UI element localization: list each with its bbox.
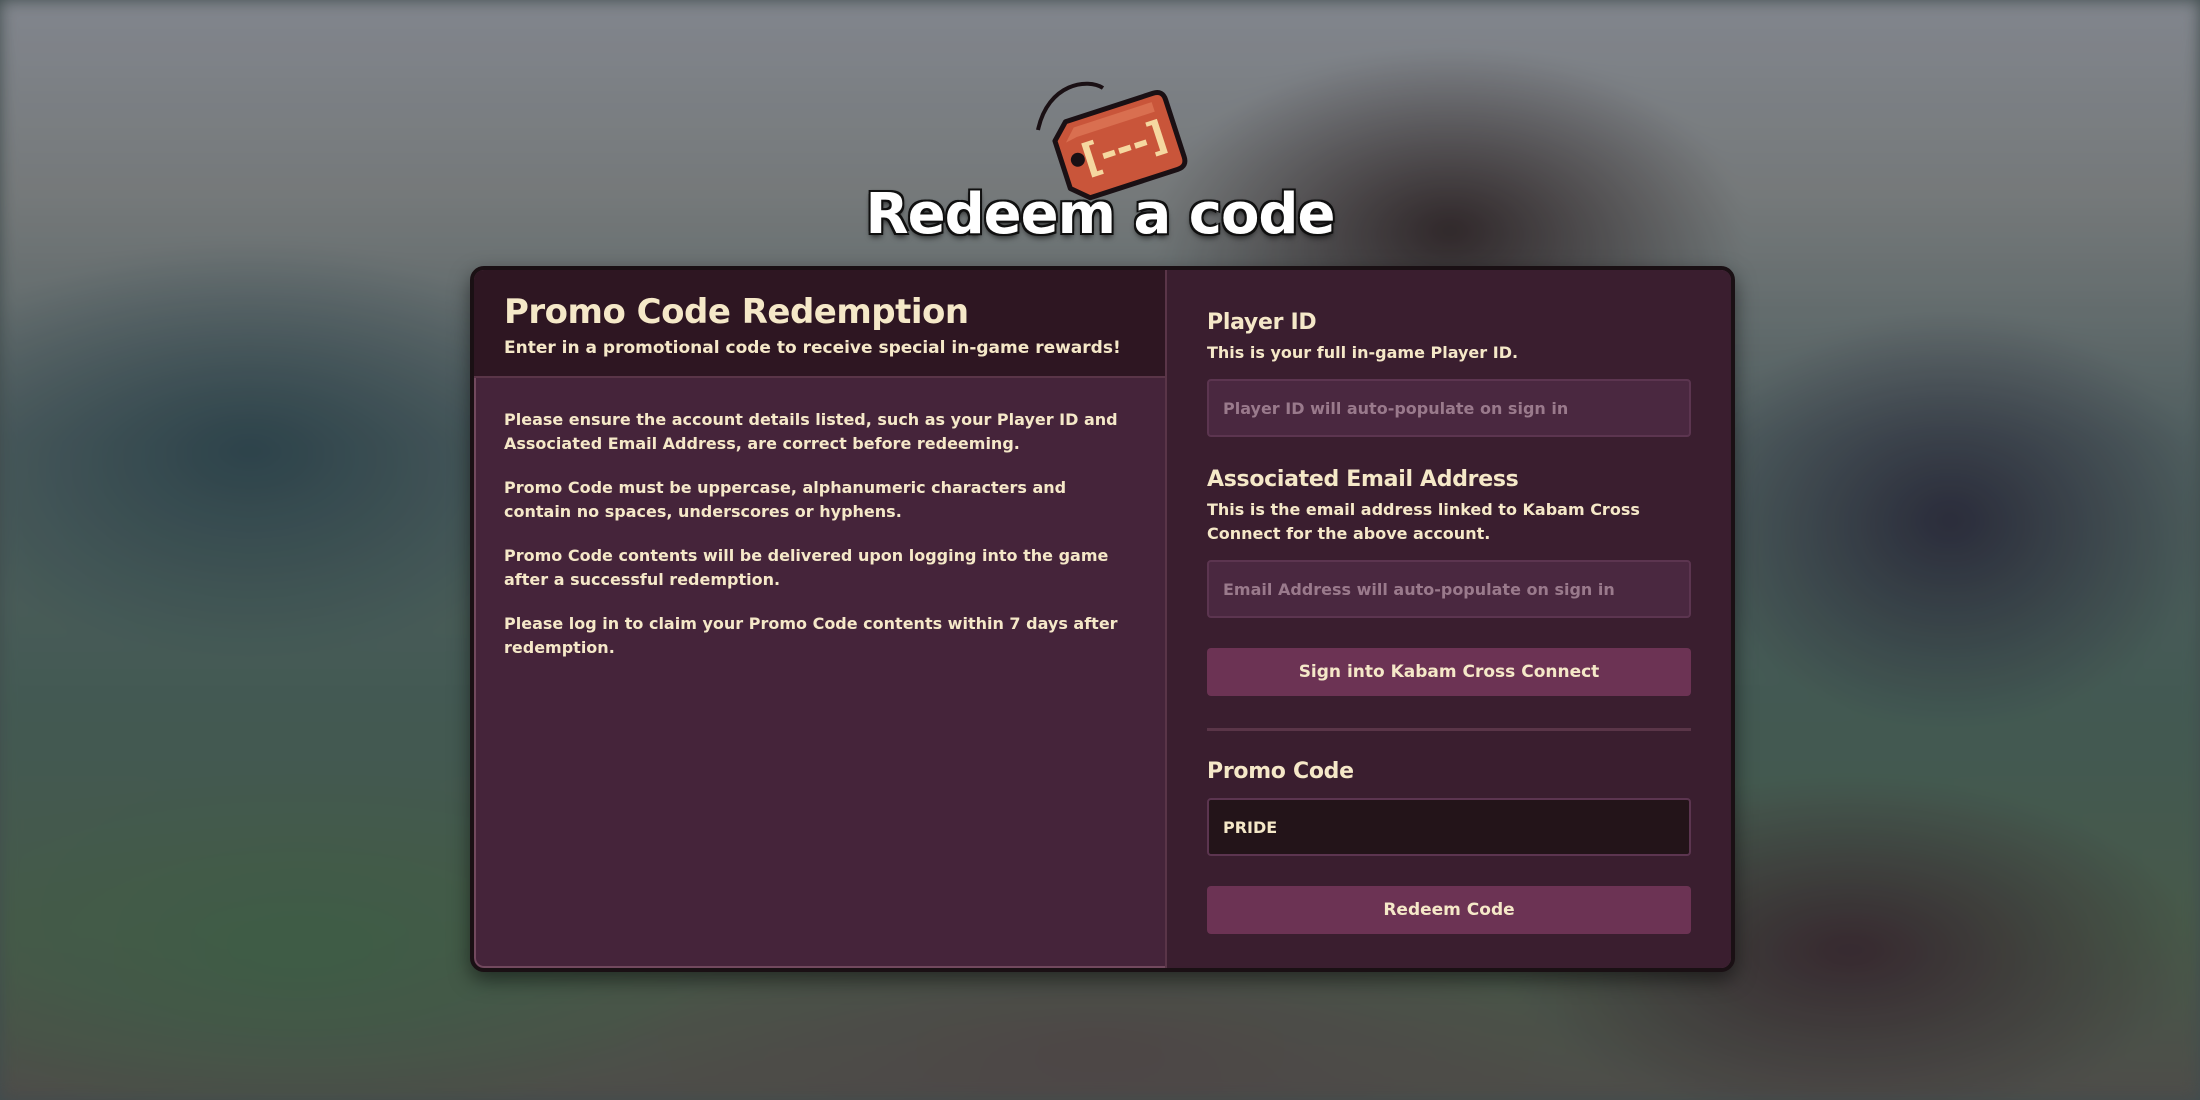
info-title: Promo Code Redemption bbox=[504, 292, 969, 332]
promo-code-input[interactable] bbox=[1207, 798, 1691, 856]
info-paragraph-delivery: Promo Code contents will be delivered up… bbox=[504, 546, 1109, 589]
form-divider bbox=[1207, 728, 1691, 731]
email-label: Associated Email Address bbox=[1207, 467, 1519, 492]
redeem-code-button[interactable]: Redeem Code bbox=[1207, 886, 1691, 934]
info-subtitle: Enter in a promotional code to receive s… bbox=[504, 338, 1121, 358]
info-body: Please ensure the account details listed… bbox=[474, 378, 1165, 710]
player-id-label: Player ID bbox=[1207, 310, 1317, 335]
redemption-panel: Promo Code Redemption Enter in a promoti… bbox=[470, 266, 1735, 972]
promo-code-label: Promo Code bbox=[1207, 759, 1354, 784]
player-id-description: This is your full in-game Player ID. bbox=[1207, 343, 1519, 362]
form-column: Player ID This is your full in-game Play… bbox=[1167, 270, 1731, 968]
info-paragraph-account: Please ensure the account details listed… bbox=[504, 410, 1118, 453]
info-header: Promo Code Redemption Enter in a promoti… bbox=[474, 270, 1165, 378]
email-input[interactable] bbox=[1207, 560, 1691, 618]
info-paragraph-claim: Please log in to claim your Promo Code c… bbox=[504, 614, 1118, 657]
player-id-input[interactable] bbox=[1207, 379, 1691, 437]
sign-in-button[interactable]: Sign into Kabam Cross Connect bbox=[1207, 648, 1691, 696]
page-header: [---] Redeem a code bbox=[0, 70, 2200, 250]
info-paragraph-format: Promo Code must be uppercase, alphanumer… bbox=[504, 478, 1067, 521]
email-description: This is the email address linked to Kaba… bbox=[1207, 500, 1640, 543]
info-column: Promo Code Redemption Enter in a promoti… bbox=[474, 270, 1167, 968]
page-title: Redeem a code bbox=[865, 182, 1335, 247]
